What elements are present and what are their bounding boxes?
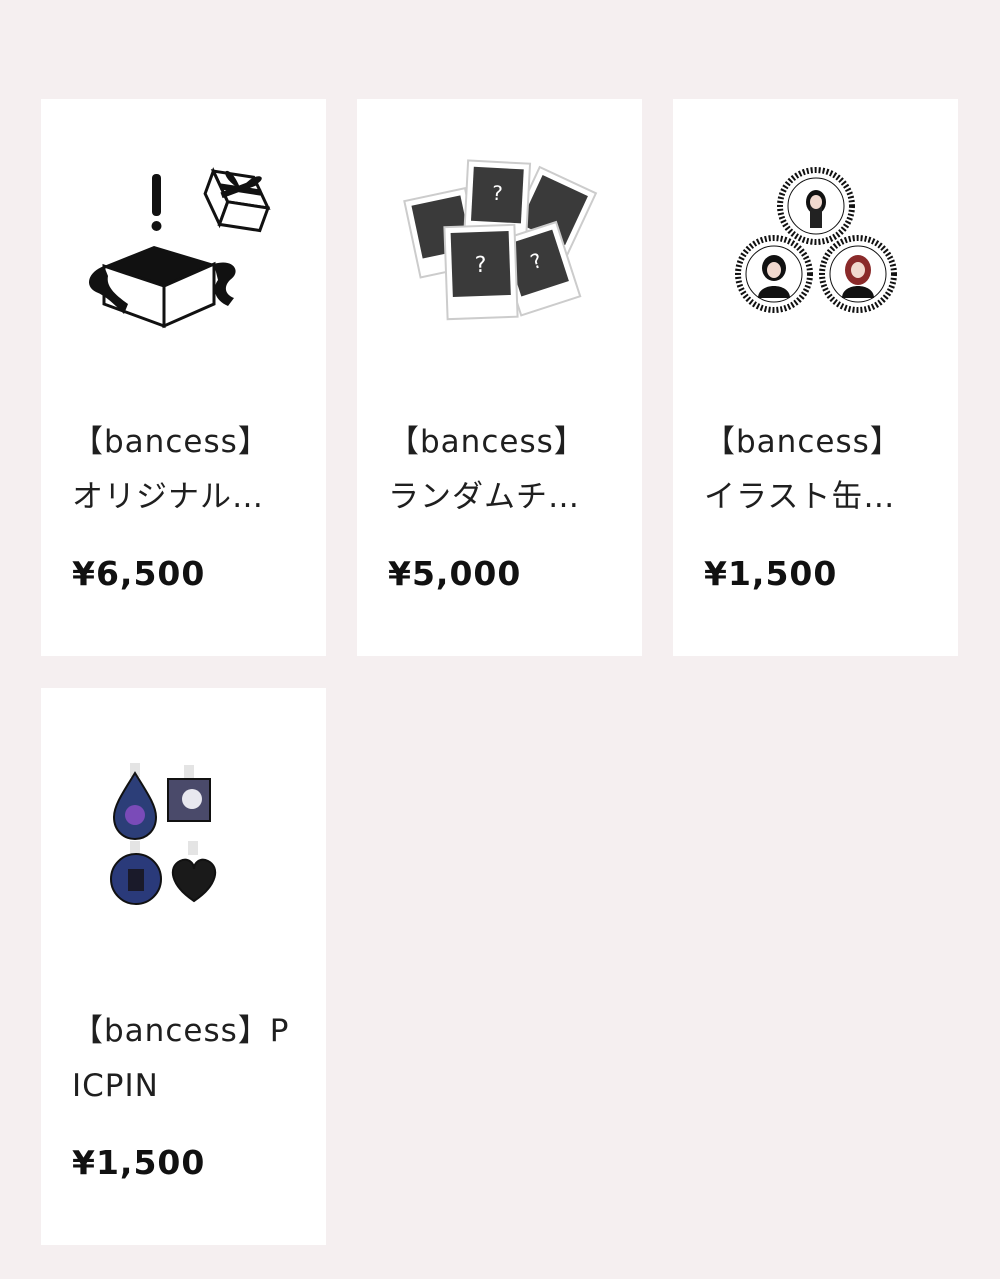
product-title-line1: 【bancess】	[72, 424, 270, 460]
product-title-line2: オリジナル…	[72, 479, 264, 515]
product-title[interactable]: 【bancess】P ICPIN	[72, 1004, 302, 1114]
product-price: ¥5,000	[388, 554, 522, 593]
product-grid: 【bancess】 オリジナル… ¥6,500 ? ? ? 【bancess】 …	[41, 99, 958, 1245]
product-card[interactable]: 【bancess】P ICPIN ¥1,500	[41, 688, 326, 1245]
svg-text:?: ?	[474, 253, 487, 278]
random-cheki-icon: ? ? ?	[402, 159, 597, 321]
product-price: ¥6,500	[72, 554, 206, 593]
product-title-line2: ランダムチ…	[388, 479, 580, 515]
product-card[interactable]: ? ? ? 【bancess】 ランダムチ… ¥5,000	[357, 99, 642, 656]
product-thumbnail[interactable]	[673, 99, 958, 389]
product-thumbnail[interactable]	[41, 99, 326, 389]
product-price: ¥1,500	[72, 1143, 206, 1182]
product-title[interactable]: 【bancess】 オリジナル…	[72, 415, 302, 525]
picpin-set-icon	[109, 763, 216, 905]
gift-box-icon	[88, 167, 271, 329]
product-thumbnail[interactable]: ? ? ?	[357, 99, 642, 389]
product-title[interactable]: 【bancess】 イラスト缶…	[704, 415, 934, 525]
product-title[interactable]: 【bancess】 ランダムチ…	[388, 415, 618, 525]
product-title-line1: 【bancess】P	[72, 1013, 290, 1049]
product-title-line2: イラスト缶…	[704, 479, 896, 515]
product-price: ¥1,500	[704, 554, 838, 593]
product-title-line2: ICPIN	[72, 1068, 159, 1104]
svg-text:?: ?	[491, 181, 503, 206]
product-title-line1: 【bancess】	[388, 424, 586, 460]
product-card[interactable]: 【bancess】 オリジナル… ¥6,500	[41, 99, 326, 656]
product-title-line1: 【bancess】	[704, 424, 902, 460]
product-thumbnail[interactable]	[41, 688, 326, 978]
product-card[interactable]: 【bancess】 イラスト缶… ¥1,500	[673, 99, 958, 656]
illustration-badges-icon	[734, 167, 897, 313]
